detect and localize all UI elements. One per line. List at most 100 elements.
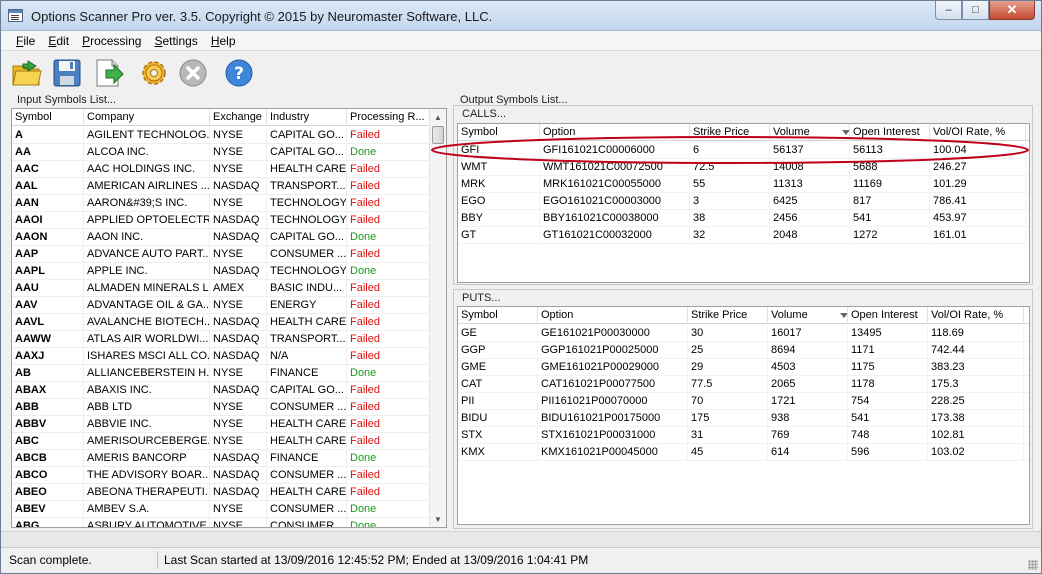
open-folder-icon[interactable]	[11, 57, 43, 89]
col-header-exchange[interactable]: Exchange	[210, 109, 267, 126]
menu-edit[interactable]: Edit	[48, 34, 69, 48]
cell-option: BBY161021C00038000	[540, 210, 690, 226]
col-header-processing-result[interactable]: Processing R...	[347, 109, 430, 126]
calls-col-strike[interactable]: Strike Price	[690, 124, 770, 141]
calls-col-option[interactable]: Option	[540, 124, 690, 141]
table-row[interactable]: AAON AAON INC. NASDAQ CAPITAL GO... Done	[12, 229, 430, 246]
table-row[interactable]: BIDU BIDU161021P00175000 175 938 541 173.38	[458, 410, 1029, 427]
table-row[interactable]: AAXJ ISHARES MSCI ALL CO... NASDAQ N/A Faile…	[12, 348, 430, 365]
table-row[interactable]: GGP GGP161021P00025000 25 8694 1171 742.44	[458, 342, 1029, 359]
table-row[interactable]: STX STX161021P00031000 31 769 748 102.81	[458, 427, 1029, 444]
menu-help[interactable]: Help	[211, 34, 236, 48]
table-row[interactable]: AAV ADVANTAGE OIL & GA... NYSE ENERGY Failed	[12, 297, 430, 314]
scroll-thumb[interactable]	[432, 126, 444, 144]
cell-status: Failed	[347, 331, 430, 347]
col-header-industry[interactable]: Industry	[267, 109, 347, 126]
table-row[interactable]: AAU ALMADEN MINERALS L... AMEX BASIC INDU..…	[12, 280, 430, 297]
table-row[interactable]: GT GT161021C00032000 32 2048 1272 161.01	[458, 227, 1029, 244]
puts-col-volume[interactable]: Volume	[768, 307, 848, 324]
app-icon[interactable]	[8, 9, 23, 22]
col-header-symbol[interactable]: Symbol	[12, 109, 84, 126]
calls-col-open-interest[interactable]: Open Interest	[850, 124, 930, 141]
menu-settings[interactable]: Settings	[154, 34, 197, 48]
puts-grid[interactable]: Symbol Option Strike Price Volume Open I…	[457, 306, 1030, 525]
input-symbols-grid[interactable]: Symbol Company Exchange Industry Process…	[11, 108, 447, 528]
table-row[interactable]: ABB ABB LTD NYSE CONSUMER ... Failed	[12, 399, 430, 416]
calls-col-volume[interactable]: Volume	[770, 124, 850, 141]
table-row[interactable]: ABEV AMBEV S.A. NYSE CONSUMER ... Done	[12, 501, 430, 518]
table-row[interactable]: AB ALLIANCEBERSTEIN H... NYSE FINANCE Done	[12, 365, 430, 382]
cell-status: Done	[347, 263, 430, 279]
bottom-splitter[interactable]	[1, 531, 1041, 547]
puts-col-open-interest[interactable]: Open Interest	[848, 307, 928, 324]
export-icon[interactable]	[93, 57, 125, 89]
title-bar[interactable]: Options Scanner Pro ver. 3.5. Copyright …	[1, 1, 1041, 31]
table-row[interactable]: GME GME161021P00029000 29 4503 1175 383.23	[458, 359, 1029, 376]
table-row[interactable]: ABAX ABAXIS INC. NASDAQ CAPITAL GO... Failed	[12, 382, 430, 399]
status-text: Scan complete.	[9, 553, 92, 567]
cell-company: ASBURY AUTOMOTIVE ...	[84, 518, 210, 527]
cell-company: ADVANTAGE OIL & GA...	[84, 297, 210, 313]
cell-industry: CAPITAL GO...	[267, 144, 347, 160]
table-row[interactable]: CAT CAT161021P00077500 77.5 2065 1178 175.3	[458, 376, 1029, 393]
help-icon[interactable]: ?	[223, 57, 255, 89]
puts-col-symbol[interactable]: Symbol	[458, 307, 538, 324]
table-row[interactable]: GFI GFI161021C00006000 6 56137 56113 100.04	[458, 142, 1029, 159]
scroll-down-icon[interactable]: ▼	[430, 511, 446, 527]
table-row[interactable]: ABEO ABEONA THERAPEUTI... NASDAQ HEALTH CAR…	[12, 484, 430, 501]
cell-exchange: NYSE	[210, 365, 267, 381]
close-button[interactable]: ✕	[989, 1, 1035, 20]
table-row[interactable]: BBY BBY161021C00038000 38 2456 541 453.97	[458, 210, 1029, 227]
cell-industry: TRANSPORT...	[267, 331, 347, 347]
resize-grip[interactable]	[1028, 560, 1038, 570]
menu-file[interactable]: File	[16, 34, 35, 48]
settings-gear-icon[interactable]	[138, 57, 170, 89]
cell-volume: 8694	[768, 342, 848, 358]
calls-col-vol-oi-rate[interactable]: Vol/OI Rate, %	[930, 124, 1026, 141]
table-row[interactable]: GE GE161021P00030000 30 16017 13495 118.69	[458, 325, 1029, 342]
maximize-button[interactable]: □	[962, 1, 989, 20]
minimize-button[interactable]: –	[935, 1, 962, 20]
table-row[interactable]: ABG ASBURY AUTOMOTIVE ... NYSE CONSUMER ...…	[12, 518, 430, 527]
table-row[interactable]: AAC AAC HOLDINGS INC. NYSE HEALTH CARE Faile…	[12, 161, 430, 178]
save-icon[interactable]	[51, 57, 83, 89]
cell-volume: 938	[768, 410, 848, 426]
table-row[interactable]: ABCB AMERIS BANCORP NASDAQ FINANCE Done	[12, 450, 430, 467]
puts-col-strike[interactable]: Strike Price	[688, 307, 768, 324]
table-row[interactable]: A AGILENT TECHNOLOG... NYSE CAPITAL GO... Fa…	[12, 127, 430, 144]
table-row[interactable]: AA ALCOA INC. NYSE CAPITAL GO... Done	[12, 144, 430, 161]
puts-col-vol-oi-rate[interactable]: Vol/OI Rate, %	[928, 307, 1024, 324]
table-row[interactable]: WMT WMT161021C00072500 72.5 14008 5688 246.27	[458, 159, 1029, 176]
menu-processing[interactable]: Processing	[82, 34, 141, 48]
table-row[interactable]: AAL AMERICAN AIRLINES ... NASDAQ TRANSPORT.…	[12, 178, 430, 195]
menu-bar: File Edit Processing Settings Help	[1, 31, 1041, 51]
cell-strike: 6	[690, 142, 770, 158]
table-row[interactable]: ABCO THE ADVISORY BOAR... NASDAQ CONSUMER .…	[12, 467, 430, 484]
stop-icon[interactable]	[177, 57, 209, 89]
cell-status: Failed	[347, 280, 430, 296]
table-row[interactable]: PII PII161021P00070000 70 1721 754 228.25	[458, 393, 1029, 410]
calls-col-symbol[interactable]: Symbol	[458, 124, 540, 141]
cell-open-interest: 541	[848, 410, 928, 426]
table-row[interactable]: ABBV ABBVIE INC. NYSE HEALTH CARE Failed	[12, 416, 430, 433]
input-vertical-scrollbar[interactable]: ▲ ▼	[429, 109, 446, 527]
scroll-up-icon[interactable]: ▲	[430, 109, 446, 125]
table-row[interactable]: MRK MRK161021C00055000 55 11313 11169 101.29	[458, 176, 1029, 193]
col-header-company[interactable]: Company	[84, 109, 210, 126]
table-row[interactable]: KMX KMX161021P00045000 45 614 596 103.02	[458, 444, 1029, 461]
cell-strike: 32	[690, 227, 770, 243]
cell-strike: 3	[690, 193, 770, 209]
cell-open-interest: 817	[850, 193, 930, 209]
table-row[interactable]: AAPL APPLE INC. NASDAQ TECHNOLOGY Done	[12, 263, 430, 280]
cell-exchange: NYSE	[210, 246, 267, 262]
puts-col-option[interactable]: Option	[538, 307, 688, 324]
table-row[interactable]: AAWW ATLAS AIR WORLDWI... NASDAQ TRANSPORT.…	[12, 331, 430, 348]
table-row[interactable]: AAN AARON&#39;S INC. NYSE TECHNOLOGY Failed	[12, 195, 430, 212]
cell-company: ABB LTD	[84, 399, 210, 415]
table-row[interactable]: AAOI APPLIED OPTOELECTR... NASDAQ TECHNOLOG…	[12, 212, 430, 229]
table-row[interactable]: EGO EGO161021C00003000 3 6425 817 786.41	[458, 193, 1029, 210]
table-row[interactable]: AAVL AVALANCHE BIOTECH... NASDAQ HEALTH CAR…	[12, 314, 430, 331]
calls-grid[interactable]: Symbol Option Strike Price Volume Open I…	[457, 123, 1030, 283]
table-row[interactable]: ABC AMERISOURCEBERGE... NYSE HEALTH CARE Fai…	[12, 433, 430, 450]
table-row[interactable]: AAP ADVANCE AUTO PART... NYSE CONSUMER ... F…	[12, 246, 430, 263]
